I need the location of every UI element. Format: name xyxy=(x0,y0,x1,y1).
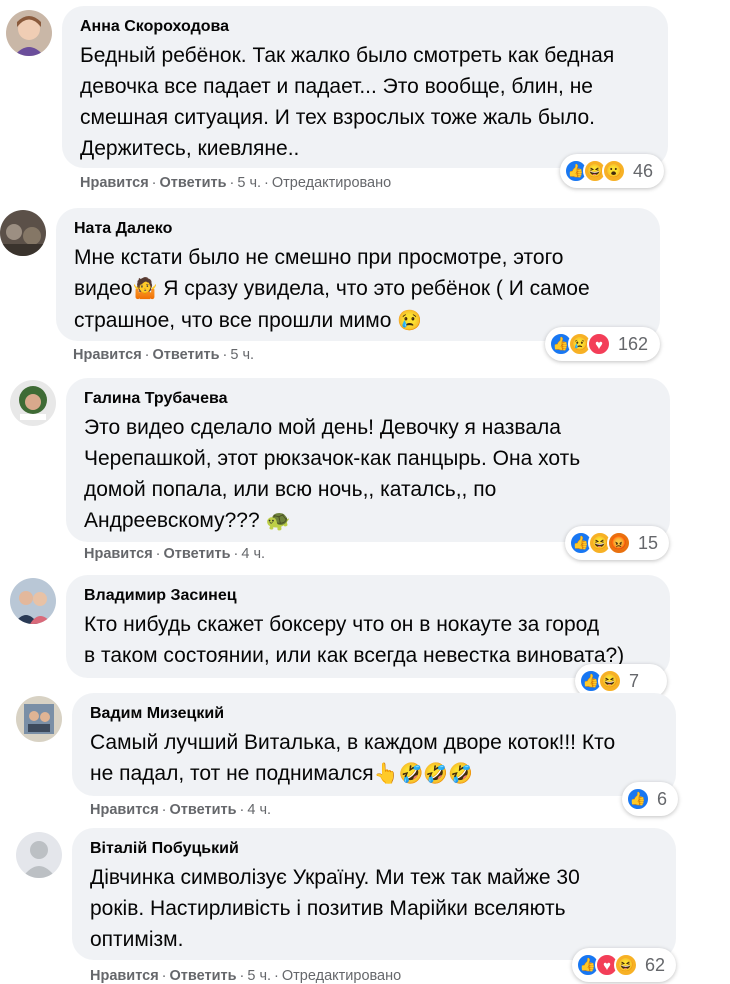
comment-bubble: Анна Скороходова Бедный ребёнок. Так жал… xyxy=(62,6,668,168)
comment-text: Это видео сделало мой день! Девочку я на… xyxy=(84,412,652,537)
haha-icon: 😆 xyxy=(614,953,638,977)
comment-text-line: Самый лучший Виталька, в каждом дворе ко… xyxy=(90,731,616,754)
comment-author[interactable]: Ната Далеко xyxy=(74,218,642,240)
timestamp[interactable]: 5 ч. xyxy=(230,347,254,363)
comment-text-line: видео xyxy=(74,277,133,300)
reaction-count: 6 xyxy=(657,788,668,809)
reaction-count: 46 xyxy=(633,160,654,181)
edited-label: Отредактировано xyxy=(271,175,392,191)
avatar[interactable] xyxy=(6,10,52,56)
timestamp[interactable]: 5 ч. xyxy=(237,175,261,191)
avatar[interactable] xyxy=(10,380,56,426)
comment-text: Дівчинка символізує Україну. Ми теж так … xyxy=(90,866,580,951)
comment-text-line: не падал, тот не поднимался xyxy=(90,762,374,785)
reaction-summary[interactable]: 👍 6 xyxy=(622,782,678,816)
comment-author[interactable]: Владимир Засинец xyxy=(84,585,652,607)
reaction-count: 7 xyxy=(629,670,640,691)
timestamp[interactable]: 4 ч. xyxy=(247,802,271,818)
reply-button[interactable]: Ответить xyxy=(153,347,220,363)
reaction-count: 62 xyxy=(645,954,666,975)
comment-actions: Нравится · Ответить · 5 ч. xyxy=(73,347,255,363)
reaction-summary[interactable]: 👍 😆 😡 15 xyxy=(565,526,669,560)
comment-text: Самый лучший Виталька, в каждом дворе ко… xyxy=(90,727,658,790)
reaction-summary[interactable]: 👍 ♥ 😆 62 xyxy=(572,948,676,982)
avatar[interactable] xyxy=(10,578,56,624)
turtle-emoji: 🐢 xyxy=(265,510,291,532)
angry-icon: 😡 xyxy=(607,531,631,555)
reaction-summary[interactable]: 👍 😢 ♥ 162 xyxy=(545,327,660,361)
comment-bubble: Владимир Засинец Кто нибудь скажет боксе… xyxy=(66,575,670,678)
wow-icon: 😮 xyxy=(602,159,626,183)
comment-text-line: Я сразу увидела, что это ребёнок ( И сам… xyxy=(157,277,590,300)
comment-text: Кто нибудь скажет боксеру что он в нокау… xyxy=(84,613,625,667)
comment-actions: Нравится · Ответить · 4 ч. xyxy=(90,802,272,818)
laughing-emoji: 👆🤣🤣🤣 xyxy=(373,763,474,785)
reply-button[interactable]: Ответить xyxy=(160,175,227,191)
haha-icon: 😆 xyxy=(598,669,622,693)
avatar[interactable] xyxy=(16,696,62,742)
reaction-count: 15 xyxy=(638,532,659,553)
reaction-summary[interactable]: 👍 😆 😮 46 xyxy=(560,154,664,188)
comment-author[interactable]: Віталій Побуцький xyxy=(90,838,658,860)
comment-bubble: Віталій Побуцький Дівчинка символізує Ук… xyxy=(72,828,676,960)
comment-text: Бедный ребёнок. Так жалко было смотреть … xyxy=(80,44,615,160)
comment-text: Мне кстати было не смешно при просмотре,… xyxy=(74,242,642,337)
timestamp[interactable]: 4 ч. xyxy=(241,546,265,562)
comment-bubble: Ната Далеко Мне кстати было не смешно пр… xyxy=(56,208,660,341)
avatar[interactable] xyxy=(16,832,62,878)
comment-actions: Нравится · Ответить · 5 ч. · Отредактировано xyxy=(80,175,392,191)
crying-emoji: 😢 xyxy=(397,310,423,332)
like-button[interactable]: Нравится xyxy=(90,802,159,818)
comment-actions: Нравится · Ответить · 4 ч. xyxy=(84,546,266,562)
comment-bubble: Галина Трубачева Это видео сделало мой д… xyxy=(66,378,670,542)
comment-author[interactable]: Вадим Мизецкий xyxy=(90,703,658,725)
comment-text-line: Мне кстати было не смешно при просмотре,… xyxy=(74,246,564,269)
reaction-count: 162 xyxy=(618,333,649,354)
comment-bubble: Вадим Мизецкий Самый лучший Виталька, в … xyxy=(72,693,676,796)
like-button[interactable]: Нравится xyxy=(84,546,153,562)
love-icon: ♥ xyxy=(587,332,611,356)
like-icon: 👍 xyxy=(626,787,650,811)
avatar[interactable] xyxy=(0,210,46,256)
comment-text-line: страшное, что все прошли мимо xyxy=(74,309,398,332)
comment-author[interactable]: Галина Трубачева xyxy=(84,388,652,410)
comment-text-body: Это видео сделало мой день! Девочку я на… xyxy=(84,416,581,532)
reply-button[interactable]: Ответить xyxy=(164,546,231,562)
like-button[interactable]: Нравится xyxy=(73,347,142,363)
comment-author[interactable]: Анна Скороходова xyxy=(80,16,650,38)
reply-button[interactable]: Ответить xyxy=(170,802,237,818)
like-button[interactable]: Нравится xyxy=(80,175,149,191)
shrug-emoji: 🤷 xyxy=(132,278,158,300)
